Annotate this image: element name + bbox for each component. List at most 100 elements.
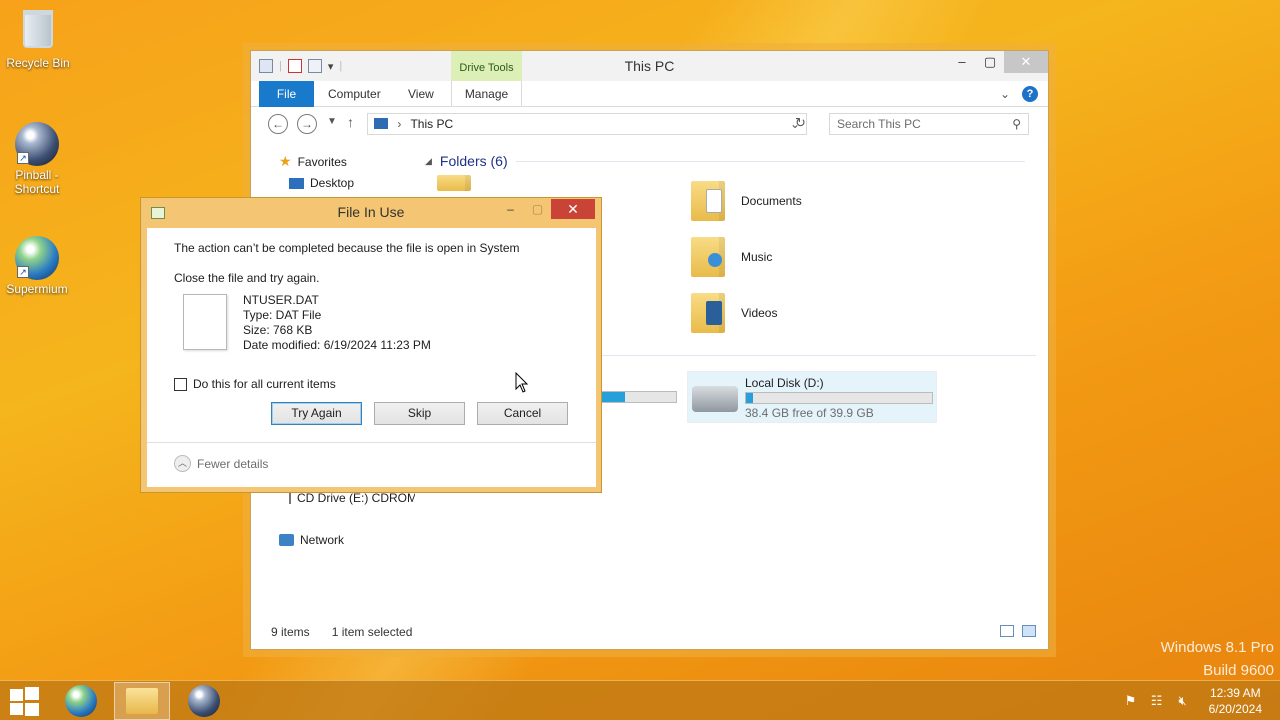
- window-title: This PC: [624, 58, 675, 74]
- dialog-minimize-button[interactable]: –: [497, 199, 524, 219]
- tab-manage[interactable]: Manage: [451, 81, 522, 107]
- pinball-icon: ↗: [15, 122, 59, 166]
- drive-usage-fill: [746, 393, 754, 403]
- large-icons-view-icon[interactable]: [1022, 625, 1036, 637]
- tab-file[interactable]: File: [259, 81, 314, 107]
- supermium-label: Supermium: [6, 282, 68, 296]
- tab-computer[interactable]: Computer: [328, 81, 381, 107]
- taskbar: ⚑ ☷ 🔇︎ 12:39 AM 6/20/2024: [0, 680, 1280, 720]
- drive-free-space: 38.4 GB free of 39.9 GB: [745, 406, 874, 420]
- navigation-bar: ← → ▼ ↑ › This PC ⌄ ↻ Search This PC ⚲: [251, 107, 1048, 141]
- try-again-button[interactable]: Try Again: [271, 402, 362, 425]
- skip-button[interactable]: Skip: [374, 402, 465, 425]
- close-button[interactable]: ✕: [1004, 51, 1048, 73]
- folder-documents[interactable]: Documents: [691, 181, 802, 221]
- details-view-icon[interactable]: [1000, 625, 1014, 637]
- cd-drive-icon: [289, 492, 291, 504]
- file-type: Type: DAT File: [243, 308, 322, 322]
- checkbox-label: Do this for all current items: [193, 377, 336, 391]
- folder-music[interactable]: Music: [691, 237, 772, 277]
- dialog-body: The action can’t be completed because th…: [147, 228, 596, 487]
- recycle-bin-label: Recycle Bin: [6, 56, 70, 70]
- nav-cd-drive[interactable]: CD Drive (E:) CDROM: [289, 491, 415, 505]
- minimize-button[interactable]: –: [948, 51, 976, 73]
- search-icon[interactable]: ⚲: [1012, 114, 1021, 134]
- up-button[interactable]: ↑: [347, 114, 354, 130]
- supermium-taskbar-icon: [65, 685, 97, 717]
- network-tray-icon[interactable]: ☷: [1149, 694, 1165, 708]
- documents-folder-icon: [691, 181, 725, 221]
- dialog-separator: [147, 442, 596, 443]
- music-folder-icon: [691, 237, 725, 277]
- desktop-icon-pinball[interactable]: ↗ Pinball - Shortcut: [0, 122, 75, 196]
- taskbar-supermium[interactable]: [53, 682, 109, 720]
- hard-drive-icon: [692, 386, 738, 412]
- nav-favorites[interactable]: ★ Favorites: [279, 153, 347, 170]
- clock[interactable]: 12:39 AM 6/20/2024: [1209, 685, 1262, 717]
- nav-favorites-label: Favorites: [297, 154, 347, 169]
- windows-watermark: Windows 8.1 Pro Build 9600: [1161, 636, 1274, 682]
- dialog-instruction: Close the file and try again.: [174, 271, 320, 285]
- dialog-close-button[interactable]: ✕: [551, 199, 595, 219]
- start-button[interactable]: [10, 687, 40, 716]
- status-bar: 9 items 1 item selected: [271, 625, 412, 639]
- folder-music-label: Music: [741, 250, 773, 264]
- file-icon: [183, 294, 227, 350]
- action-center-flag-icon[interactable]: ⚑: [1123, 694, 1139, 708]
- fewer-details-label: Fewer details: [197, 456, 269, 471]
- explorer-titlebar[interactable]: | ▾ | Drive Tools This PC – ▢ ✕: [251, 51, 1048, 81]
- item-count: 9 items: [271, 625, 310, 639]
- file-in-use-dialog: File In Use – ▢ ✕ The action can’t be co…: [140, 197, 602, 493]
- file-explorer-icon: [126, 688, 158, 714]
- file-size: Size: 768 KB: [243, 323, 313, 337]
- drive-name: Local Disk (D:): [745, 376, 824, 390]
- nav-desktop[interactable]: Desktop: [289, 176, 354, 190]
- apply-to-all-checkbox[interactable]: Do this for all current items: [174, 377, 336, 391]
- taskbar-pinball[interactable]: [176, 682, 232, 720]
- help-icon[interactable]: ?: [1022, 86, 1038, 102]
- search-input[interactable]: Search This PC ⚲: [829, 113, 1029, 135]
- supermium-icon: ↗: [15, 236, 59, 280]
- drive-usage-bar: [745, 392, 933, 404]
- refresh-button[interactable]: ↻: [795, 115, 806, 131]
- back-button[interactable]: ←: [268, 114, 288, 134]
- star-icon: ★: [279, 153, 292, 169]
- drive-local-disk-d[interactable]: Local Disk (D:) 38.4 GB free of 39.9 GB: [687, 371, 937, 423]
- folders-group-label: Folders (6): [439, 153, 508, 169]
- clock-date: 6/20/2024: [1208, 702, 1262, 716]
- selection-count: 1 item selected: [331, 625, 413, 639]
- folder-videos[interactable]: Videos: [691, 293, 777, 333]
- dialog-message: The action can’t be completed because th…: [174, 241, 520, 255]
- maximize-button[interactable]: ▢: [976, 51, 1004, 73]
- desktop-icon-supermium[interactable]: ↗ Supermium: [0, 236, 75, 296]
- dialog-maximize-button[interactable]: ▢: [524, 199, 551, 219]
- volume-muted-icon[interactable]: 🔇︎: [1175, 694, 1191, 708]
- recent-locations-icon[interactable]: ▼: [327, 116, 337, 127]
- folder-icon: [437, 175, 471, 191]
- folder-videos-label: Videos: [741, 306, 778, 320]
- drive-c-usage-bar-partial: [599, 391, 677, 403]
- breadcrumb-separator-icon: ›: [397, 117, 402, 131]
- pinball-label: Pinball - Shortcut: [14, 168, 60, 196]
- videos-folder-icon: [691, 293, 725, 333]
- recycle-bin-icon: [16, 10, 60, 54]
- address-bar[interactable]: › This PC ⌄: [367, 113, 807, 135]
- tab-view[interactable]: View: [408, 81, 434, 107]
- network-icon: [279, 534, 294, 546]
- breadcrumb: This PC: [410, 117, 454, 131]
- taskbar-file-explorer[interactable]: [114, 682, 170, 720]
- folders-group-header[interactable]: ◢ Folders (6): [425, 153, 1025, 169]
- pinball-taskbar-icon: [188, 685, 220, 717]
- this-pc-icon: [374, 118, 388, 129]
- fewer-details-toggle[interactable]: ︿ Fewer details: [174, 455, 268, 472]
- desktop-icon-recycle-bin[interactable]: Recycle Bin: [0, 8, 76, 70]
- ribbon-tabs: File Computer View Manage ⌄ ?: [251, 81, 1048, 107]
- checkbox-box[interactable]: [174, 377, 187, 391]
- file-name: NTUSER.DAT: [243, 293, 319, 307]
- forward-button[interactable]: →: [297, 114, 317, 134]
- folder-item-partial[interactable]: [437, 175, 471, 191]
- nav-network-label: Network: [300, 533, 345, 547]
- expand-ribbon-icon[interactable]: ⌄: [1000, 87, 1010, 101]
- nav-network[interactable]: Network: [279, 533, 344, 547]
- cancel-button[interactable]: Cancel: [477, 402, 568, 425]
